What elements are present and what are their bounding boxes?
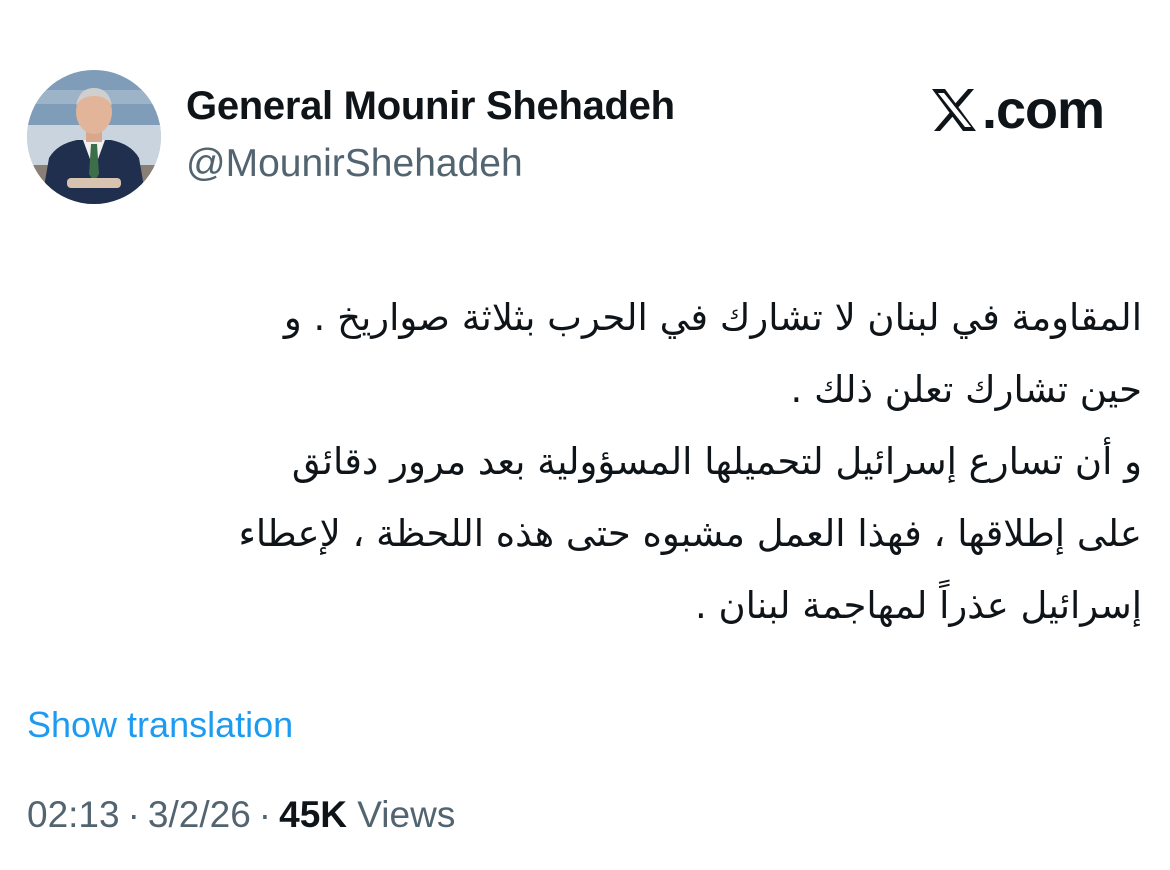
x-logo-icon [932, 89, 976, 131]
show-translation-link[interactable]: Show translation [27, 704, 293, 746]
author-handle[interactable]: @MounirShehadeh [186, 142, 523, 186]
views-count[interactable]: 45K [279, 794, 347, 835]
tweet-time[interactable]: 02:13 [27, 794, 120, 835]
meta-separator: · [127, 794, 140, 835]
avatar[interactable] [27, 70, 161, 204]
tweet-text: المقاومة في لبنان لا تشارك في الحرب بثلا… [22, 282, 1142, 642]
author-display-name[interactable]: General Mounir Shehadeh [186, 84, 675, 129]
tweet-line: حين تشارك تعلن ذلك . [790, 368, 1142, 411]
meta-separator: · [258, 794, 272, 835]
tweet-line: و أن تسارع إسرائيل لتحميلها المسؤولية بع… [291, 440, 1142, 483]
tweet-meta: 02:13 · 3/2/26 · 45K Views [27, 794, 455, 836]
profile-photo [27, 70, 161, 204]
tweet-line: على إطلاقها ، فهذا العمل مشبوه حتى هذه ا… [238, 512, 1142, 555]
tweet-line: إسرائيل عذراً لمهاجمة لبنان . [694, 584, 1142, 627]
brand-watermark: .com [930, 80, 1105, 140]
views-label[interactable]: Views [357, 794, 455, 835]
tweet-line: المقاومة في لبنان لا تشارك في الحرب بثلا… [283, 296, 1142, 339]
brand-domain: .com [982, 80, 1105, 140]
tweet-date[interactable]: 3/2/26 [148, 794, 251, 835]
